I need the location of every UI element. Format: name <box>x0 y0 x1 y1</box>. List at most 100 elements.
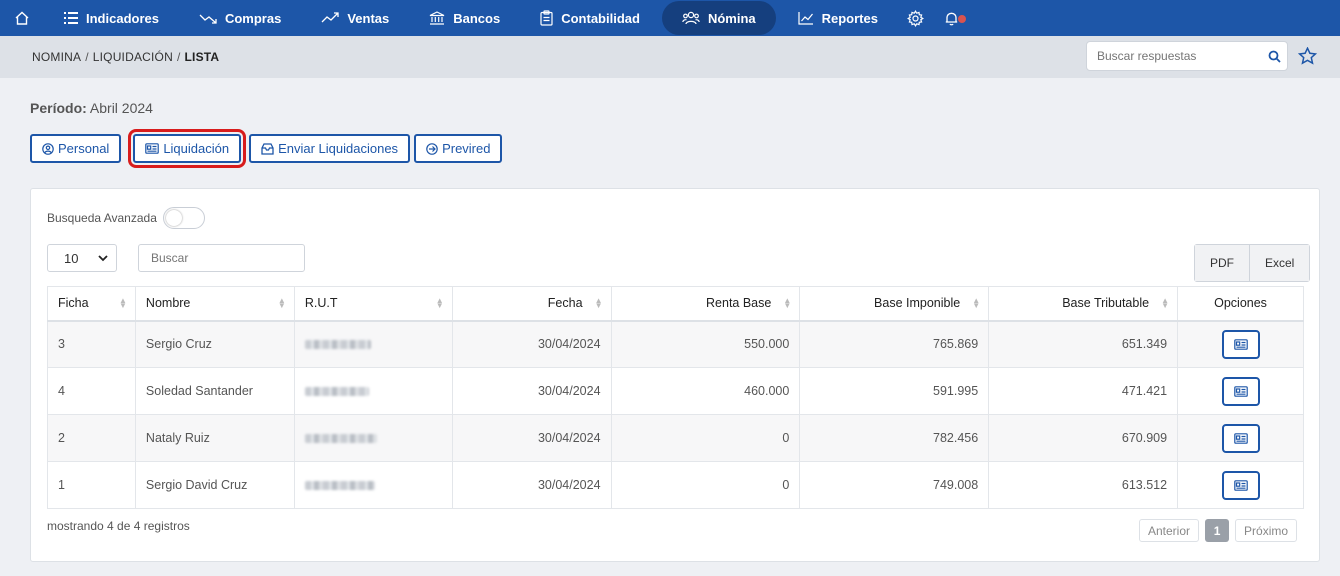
view-liquidacion-button[interactable] <box>1221 329 1260 359</box>
breadcrumb-item[interactable]: NOMINA <box>32 50 81 64</box>
gear-icon[interactable] <box>898 0 934 36</box>
column-header-base-tributable[interactable]: Base Tributable ▲ ▼ <box>988 286 1179 322</box>
top-navbar: Indicadores Compras Ventas Bancos Contab… <box>0 0 1340 36</box>
previred-button[interactable]: Previred <box>414 134 503 163</box>
column-header-base-imponible[interactable]: Base Imponible ▲ ▼ <box>799 286 990 322</box>
breadcrumb-separator: / <box>176 50 181 64</box>
nav-item-ventas[interactable]: Ventas <box>301 0 409 36</box>
nav-item-label: Nómina <box>707 10 756 26</box>
header-label: R.U.T <box>304 296 338 311</box>
excel-button[interactable]: Excel <box>1249 245 1310 281</box>
search-box <box>1086 41 1288 71</box>
cell-renta-base: 0 <box>610 414 801 462</box>
list-icon <box>64 12 78 24</box>
header-label: Nombre <box>145 296 191 311</box>
cell-nombre: Sergio David Cruz <box>134 461 295 509</box>
cell-renta-base: 550.000 <box>610 320 801 368</box>
action-buttons: Personal Liquidación Enviar Liquidacione… <box>30 129 506 168</box>
nav-item-compras[interactable]: Compras <box>179 0 301 36</box>
cell-fecha: 30/04/2024 <box>451 367 612 415</box>
id-card-icon <box>1233 385 1248 397</box>
nav-item-bancos[interactable]: Bancos <box>409 0 520 36</box>
button-label: Enviar Liquidaciones <box>278 141 399 156</box>
nav-item-label: Bancos <box>453 10 501 26</box>
column-header-renta-base[interactable]: Renta Base ▲ ▼ <box>610 286 801 322</box>
id-card-icon <box>1233 432 1248 444</box>
table-row: 1 Sergio David Cruz 30/04/2024 0 749.008… <box>47 461 1304 509</box>
nav-item-contabilidad[interactable]: Contabilidad <box>520 0 660 36</box>
table-row: 4 Soledad Santander 30/04/2024 460.000 5… <box>47 367 1304 415</box>
sort-icon: ▲ ▼ <box>119 296 127 310</box>
trend-up-icon <box>321 12 339 23</box>
view-liquidacion-button[interactable] <box>1221 376 1260 406</box>
user-circle-icon <box>42 142 54 155</box>
advanced-search-toggle[interactable] <box>162 207 205 229</box>
home-icon[interactable] <box>0 0 44 36</box>
nav-item-label: Compras <box>224 10 282 26</box>
liquidacion-button[interactable]: Liquidación <box>128 129 247 168</box>
button-label: Liquidación <box>163 141 230 156</box>
advanced-search: Busqueda Avanzada <box>47 207 205 229</box>
cell-opciones <box>1177 367 1304 415</box>
view-liquidacion-button[interactable] <box>1221 423 1260 453</box>
breadcrumb: NOMINA / LIQUIDACIÓN / LISTA <box>32 50 219 64</box>
column-header-ficha[interactable]: Ficha ▲ ▼ <box>47 286 136 322</box>
period-value: Abril 2024 <box>89 100 153 116</box>
cell-opciones <box>1177 414 1304 462</box>
users-icon <box>682 11 700 25</box>
id-card-icon <box>1233 338 1248 350</box>
enviar-liquidaciones-button[interactable]: Enviar Liquidaciones <box>249 134 411 163</box>
column-header-opciones: Opciones <box>1177 286 1304 322</box>
page-length-select[interactable]: 10 <box>47 244 117 272</box>
nav-item-label: Indicadores <box>86 10 159 26</box>
advanced-search-label: Busqueda Avanzada <box>47 211 157 225</box>
prev-page-button[interactable]: Anterior <box>1139 519 1200 542</box>
cell-base-imponible: 765.869 <box>799 320 990 368</box>
nav-item-label: Contabilidad <box>561 10 640 26</box>
arrow-circle-icon <box>426 142 438 155</box>
breadcrumb-item[interactable]: LIQUIDACIÓN <box>93 50 173 64</box>
table-info: mostrando 4 de 4 registros <box>47 519 190 533</box>
nav-item-indicadores[interactable]: Indicadores <box>44 0 179 36</box>
button-label: Personal <box>58 141 110 156</box>
table-filter-input[interactable] <box>138 244 305 272</box>
column-header-rut[interactable]: R.U.T ▲ ▼ <box>293 286 453 322</box>
cell-base-tributable: 613.512 <box>988 461 1179 509</box>
cell-nombre: Nataly Ruiz <box>134 414 295 462</box>
search-icon[interactable] <box>1262 50 1287 63</box>
header-label: Fecha <box>547 296 583 311</box>
redacted-rut <box>304 387 369 397</box>
table-row: 2 Nataly Ruiz 30/04/2024 0 782.456 670.9… <box>47 414 1304 462</box>
table-header-row: Ficha ▲ ▼ Nombre ▲ ▼ R.U.T ▲ ▼ Fecha ▲ ▼ Renta B… <box>47 286 1304 322</box>
cell-rut <box>293 367 453 415</box>
column-header-nombre[interactable]: Nombre ▲ ▼ <box>134 286 295 322</box>
search-input[interactable] <box>1087 49 1262 63</box>
sort-icon: ▲ ▼ <box>972 296 981 310</box>
cell-fecha: 30/04/2024 <box>451 414 612 462</box>
page-1-button[interactable]: 1 <box>1205 519 1230 542</box>
bank-icon <box>429 11 445 25</box>
view-liquidacion-button[interactable] <box>1221 470 1260 500</box>
personal-button[interactable]: Personal <box>30 134 122 163</box>
next-page-button[interactable]: Próximo <box>1235 519 1298 542</box>
sort-icon: ▲ ▼ <box>435 296 444 310</box>
button-label: Previred <box>442 141 491 156</box>
sort-icon: ▲ ▼ <box>594 296 603 310</box>
bell-icon[interactable] <box>934 0 970 36</box>
chart-icon <box>798 12 813 25</box>
nav-item-nomina[interactable]: Nómina <box>661 1 776 35</box>
pagination: Anterior 1 Próximo <box>1139 519 1298 542</box>
star-icon[interactable] <box>1297 46 1318 68</box>
cell-rut <box>293 461 453 509</box>
breadcrumb-current: LISTA <box>184 50 220 64</box>
breadcrumb-bar: NOMINA / LIQUIDACIÓN / LISTA <box>0 36 1340 78</box>
pdf-button[interactable]: PDF <box>1195 245 1249 281</box>
cell-base-imponible: 591.995 <box>799 367 990 415</box>
clipboard-icon <box>540 10 553 26</box>
column-header-fecha[interactable]: Fecha ▲ ▼ <box>451 286 612 322</box>
cell-ficha: 2 <box>47 414 136 462</box>
liquidaciones-table: Ficha ▲ ▼ Nombre ▲ ▼ R.U.T ▲ ▼ Fecha ▲ ▼ Renta B… <box>47 286 1304 509</box>
sort-icon: ▲ ▼ <box>277 296 286 310</box>
cell-base-tributable: 651.349 <box>988 320 1179 368</box>
nav-item-reportes[interactable]: Reportes <box>778 0 898 36</box>
